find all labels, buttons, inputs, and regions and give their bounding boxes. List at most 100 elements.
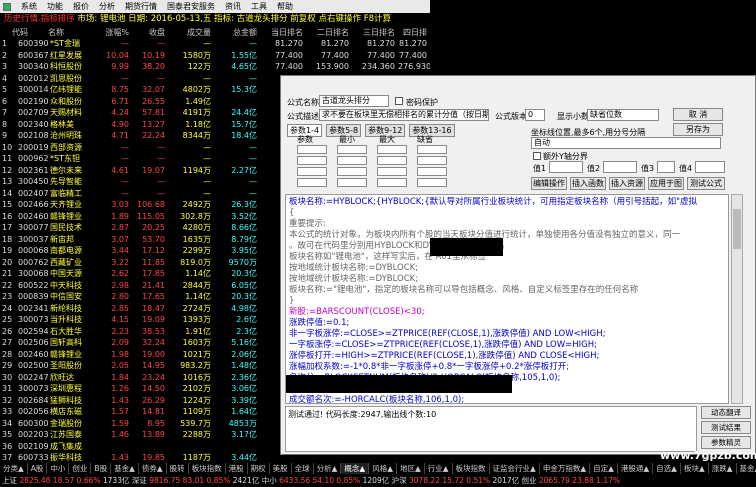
cell-r4: 77.400 xyxy=(399,50,427,60)
market-tab[interactable]: 港股通▲ xyxy=(618,463,654,474)
param-cell[interactable] xyxy=(297,178,327,187)
cell-chg xyxy=(100,441,132,453)
cell-name: 国轩高科 xyxy=(50,338,82,348)
market-tab[interactable]: 自定▲ xyxy=(590,463,618,474)
market-tab[interactable]: 美股 xyxy=(270,463,292,474)
param-cell[interactable] xyxy=(297,156,327,165)
param-wizard-button[interactable]: 参数精灵 xyxy=(701,436,751,449)
insert-resource-button[interactable]: 插入资源 xyxy=(609,177,645,190)
column-header[interactable]: 当日排名 xyxy=(260,26,306,38)
column-header[interactable]: 四日排 xyxy=(398,26,430,38)
market-tab[interactable]: 地区▲ xyxy=(397,463,425,474)
param-cell[interactable] xyxy=(337,156,367,165)
param-cell[interactable] xyxy=(337,167,367,176)
cell-vol: 1635万 xyxy=(182,234,211,244)
display-decimals-select[interactable]: 缺省位数 xyxy=(587,109,659,121)
param-cell[interactable] xyxy=(297,167,327,176)
param-cell[interactable] xyxy=(417,145,447,154)
save-as-button[interactable]: 另存为 xyxy=(673,123,723,136)
market-tab[interactable]: 分析▲ xyxy=(314,463,342,474)
menu-item-5[interactable]: 国泰君安服务 xyxy=(167,1,215,12)
market-tab[interactable]: 全球 xyxy=(292,463,314,474)
param-cell[interactable] xyxy=(337,178,367,187)
param-cell[interactable] xyxy=(417,178,447,187)
menu-item-4[interactable]: 期货行情 xyxy=(125,1,157,12)
column-header[interactable]: 总金额 xyxy=(214,26,260,38)
market-tab[interactable]: B股 xyxy=(91,463,112,474)
scrollbar-thumb[interactable] xyxy=(733,209,741,249)
formula-editor-dialog: 公式名称 古道龙头排分 密码保护 公式描述 求不要在板块里无偿相排名的累计分值（… xyxy=(280,75,756,455)
column-header[interactable]: 成交量 xyxy=(168,26,214,38)
market-tab[interactable]: 行业▲ xyxy=(425,463,453,474)
market-tab[interactable]: 板块▲ xyxy=(681,463,709,474)
param-cell[interactable] xyxy=(417,156,447,165)
menu-item-6[interactable]: 资讯 xyxy=(225,1,241,12)
axis-val4-field[interactable] xyxy=(695,161,725,173)
cell-name: *ST金瑞 xyxy=(50,39,80,49)
market-tab[interactable]: 申金万指数▲ xyxy=(540,463,591,474)
menu-item-2[interactable]: 报价 xyxy=(73,1,89,12)
column-header[interactable]: 名称 xyxy=(48,26,100,38)
market-tab[interactable]: 中小 xyxy=(47,463,70,474)
market-tab[interactable]: 自选▲ xyxy=(653,463,681,474)
column-header[interactable]: 二日排名 xyxy=(306,26,352,38)
market-tab[interactable]: 港股 xyxy=(226,463,248,474)
column-header[interactable]: 三日排名 xyxy=(352,26,398,38)
market-tab[interactable]: 分类▲ xyxy=(0,463,28,474)
table-row[interactable]: 3 300340 科恒股份 9.99 38.20 122万 4.65亿 77.400 153.9… xyxy=(0,61,430,73)
column-header[interactable]: 涨幅% xyxy=(100,26,132,38)
formula-desc-field[interactable]: 求不要在板块里无偿相排名的累计分值（按日期周末） xyxy=(319,109,489,121)
menu-item-7[interactable]: 工具 xyxy=(251,1,267,12)
cell-idx: 7 xyxy=(2,108,8,118)
param-cell[interactable] xyxy=(417,167,447,176)
market-tab[interactable]: 债券▲ xyxy=(139,463,167,474)
axis-val2-field[interactable] xyxy=(603,161,637,173)
password-checkbox[interactable] xyxy=(395,97,403,105)
app-icon[interactable] xyxy=(3,2,11,11)
axis-val1-field[interactable] xyxy=(549,161,583,173)
param-cell[interactable] xyxy=(377,145,407,154)
cancel-button[interactable]: 取 消 xyxy=(673,108,723,121)
formula-code-editor[interactable]: 板块名称:=HYBLOCK;{HYBLOCK;{默认导对所属行业板块统计，可用指… xyxy=(285,194,729,404)
param-cell[interactable] xyxy=(337,145,367,154)
editor-scrollbar[interactable] xyxy=(731,194,743,404)
edit-operation-button[interactable]: 编辑操作 xyxy=(531,177,567,190)
market-tab[interactable]: 创业 xyxy=(69,463,92,474)
cell-code: 002361 xyxy=(18,165,48,175)
table-row[interactable]: 2 600367 红星发展 10.04 10.19 1580万 1.55亿 77.400 77.… xyxy=(0,50,430,62)
param-cell[interactable] xyxy=(377,178,407,187)
cell-amt: 4853万 xyxy=(228,418,257,428)
market-tab[interactable]: A股 xyxy=(28,463,48,474)
market-tab[interactable]: 板块指数 xyxy=(453,463,490,474)
dynamic-translate-button[interactable]: 动态翻译 xyxy=(701,406,751,419)
menu-item-0[interactable]: 系统 xyxy=(21,1,37,12)
version-field[interactable]: 0 xyxy=(525,109,545,121)
column-header[interactable]: 收盘 xyxy=(132,26,168,38)
market-tab[interactable]: 板块指数 xyxy=(189,463,226,474)
market-tab[interactable]: 概念▲ xyxy=(341,463,370,474)
market-tab[interactable]: 基金▲ xyxy=(737,463,756,474)
test-result-button[interactable]: 测试结果 xyxy=(701,421,751,434)
test-formula-button[interactable]: 测试公式 xyxy=(687,177,725,190)
market-tab[interactable]: 期权 xyxy=(248,463,270,474)
menu-item-3[interactable]: 分析 xyxy=(99,1,115,12)
menu-item-8[interactable]: 帮助 xyxy=(277,1,293,12)
param-cell[interactable] xyxy=(297,145,327,154)
market-tab[interactable]: 涨跌▲ xyxy=(709,463,737,474)
axis-val3-field[interactable] xyxy=(657,161,675,173)
market-tab[interactable]: 股转 xyxy=(167,463,189,474)
axis-position-field[interactable]: 自动 xyxy=(531,137,721,149)
extra-axis-checkbox[interactable] xyxy=(533,152,541,160)
table-row[interactable]: 1 600390 *ST金瑞 — — — — 81.270 81.270 81.270 81.270 xyxy=(0,38,430,50)
param-cell[interactable] xyxy=(377,167,407,176)
param-cell[interactable] xyxy=(377,156,407,165)
column-header[interactable]: 代码 xyxy=(12,26,48,38)
apply-to-chart-button[interactable]: 应用于图 xyxy=(648,177,684,190)
market-tab[interactable]: 基金▲ xyxy=(111,463,139,474)
menu-item-1[interactable]: 功能 xyxy=(47,1,63,12)
market-tab[interactable]: 证监会行业▲ xyxy=(490,463,540,474)
market-tab[interactable]: 风格▲ xyxy=(369,463,397,474)
insert-function-button[interactable]: 插入函数 xyxy=(570,177,606,190)
cell-amt: 3.44亿 xyxy=(231,453,257,463)
formula-name-field[interactable]: 古道龙头排分 xyxy=(319,95,389,107)
